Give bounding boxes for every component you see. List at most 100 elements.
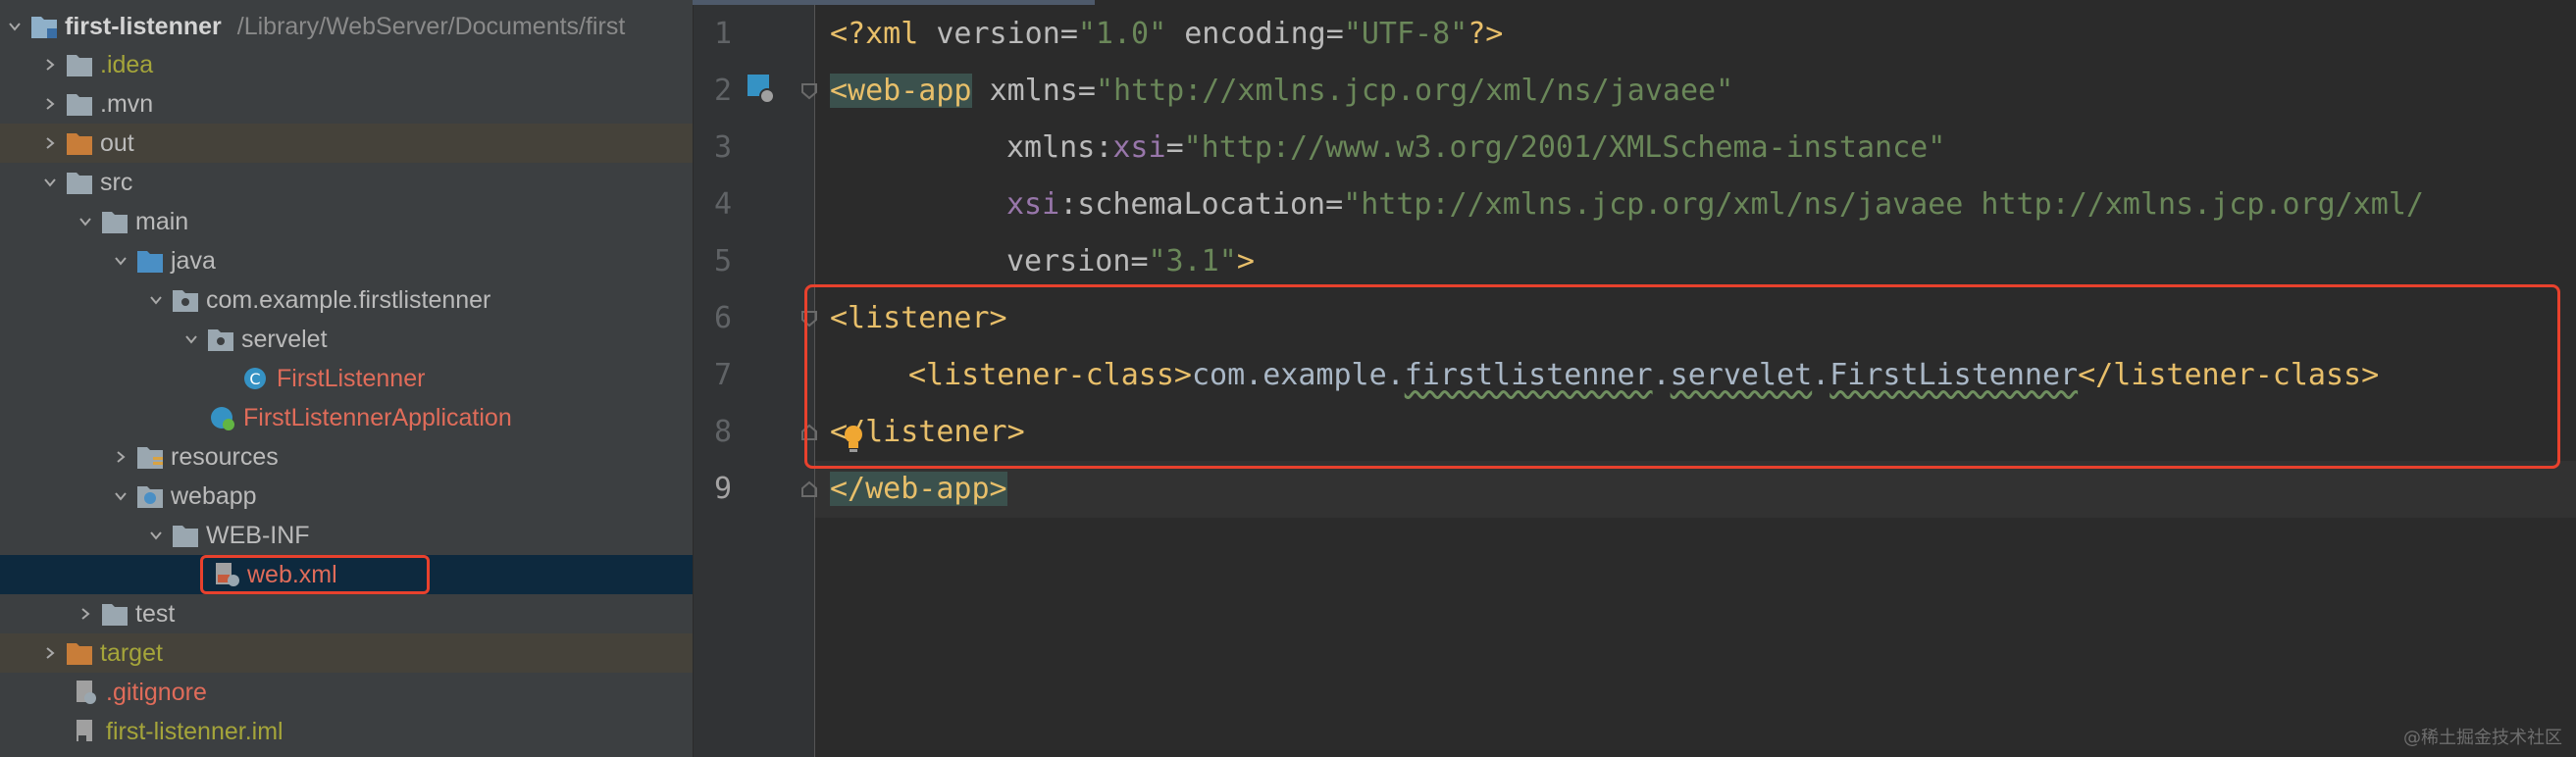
folder-icon xyxy=(65,45,98,84)
tree-item-label: .idea xyxy=(100,50,154,78)
code-token: "http://xmlns.jcp.org/xml/ns/javaee" xyxy=(1095,74,1734,108)
code-token: xsi xyxy=(1112,130,1166,165)
excluded-folder-icon xyxy=(65,124,98,163)
tree-item-label: java xyxy=(171,246,216,275)
tree-item-label: target xyxy=(100,638,163,667)
tree-item-web-inf[interactable]: WEB-INF xyxy=(0,516,693,555)
tree-item-java[interactable]: java xyxy=(0,241,693,280)
folder-icon xyxy=(171,516,204,555)
code-token: = xyxy=(1325,17,1344,51)
tree-item-label: main xyxy=(135,207,189,235)
excluded-folder-icon xyxy=(65,633,98,673)
web-folder-icon xyxy=(135,477,169,516)
tree-item-mvn[interactable]: .mvn xyxy=(0,84,693,124)
chevron-down-icon[interactable] xyxy=(71,202,100,241)
code-token: "UTF-8" xyxy=(1343,17,1468,51)
code-token: = xyxy=(1325,187,1344,222)
code-token: = xyxy=(1077,74,1096,108)
chevron-down-icon[interactable] xyxy=(141,516,171,555)
code-line-5[interactable]: version="3.1"> xyxy=(1006,233,1255,290)
chevron-right-icon[interactable] xyxy=(71,594,100,633)
code-token: schemaLocation xyxy=(1077,187,1326,222)
code-token: = xyxy=(1130,244,1149,278)
watermark: @稀土掘金技术社区 xyxy=(2403,728,2562,748)
code-line-1[interactable]: <?xml version="1.0" encoding="UTF-8"?> xyxy=(830,6,1503,63)
spring-boot-class-icon xyxy=(208,398,241,437)
fold-end-icon[interactable] xyxy=(800,480,818,498)
code-line-3[interactable]: xmlns:xsi="http://www.w3.org/2001/XMLSch… xyxy=(1006,120,1945,177)
module-file-icon xyxy=(71,712,104,751)
tree-item-first-listenner-application[interactable]: FirstListennerApplication xyxy=(0,398,693,437)
tree-item-webapp[interactable]: webapp xyxy=(0,477,693,516)
tree-item-resources[interactable]: resources xyxy=(0,437,693,477)
tree-item-servelet[interactable]: servelet xyxy=(0,320,693,359)
tree-item-label: .mvn xyxy=(100,89,154,118)
tree-item-label: first-listenner.iml xyxy=(106,717,283,745)
code-token: : xyxy=(1095,130,1113,165)
tree-item-label: WEB-INF xyxy=(206,521,310,549)
chevron-right-icon[interactable] xyxy=(35,124,65,163)
chevron-down-icon[interactable] xyxy=(0,7,29,46)
code-line-4[interactable]: xsi:schemaLocation="http://xmlns.jcp.org… xyxy=(1006,177,2424,233)
tree-item-idea[interactable]: .idea xyxy=(0,45,693,84)
tree-item-label: .gitignore xyxy=(106,678,207,706)
tree-item-iml[interactable]: first-listenner.iml xyxy=(0,712,693,751)
code-token: xsi xyxy=(1006,187,1060,222)
chevron-down-icon[interactable] xyxy=(106,477,135,516)
tree-item-label: servelet xyxy=(241,325,328,353)
chevron-down-icon[interactable] xyxy=(141,280,171,320)
tree-item-out[interactable]: out xyxy=(0,124,693,163)
code-token: = xyxy=(1165,130,1184,165)
code-token: xmlns xyxy=(989,74,1078,108)
project-path: /Library/WebServer/Documents/first xyxy=(236,12,626,40)
code-token: version xyxy=(1006,244,1131,278)
code-token: xmlns xyxy=(1006,130,1096,165)
code-token: <?xml xyxy=(830,17,937,51)
line-number-current: 9 xyxy=(713,472,732,506)
chevron-right-icon[interactable] xyxy=(106,437,135,477)
code-line-9[interactable]: </web-app> xyxy=(830,461,1007,518)
tree-item-test[interactable]: test xyxy=(0,594,693,633)
module-folder-icon xyxy=(29,7,63,46)
tree-item-label: com.example.firstlistenner xyxy=(206,285,491,314)
tree-item-target[interactable]: target xyxy=(0,633,693,673)
resources-folder-icon xyxy=(135,437,169,477)
tree-item-src[interactable]: src xyxy=(0,163,693,202)
code-token: <web-app xyxy=(830,74,972,108)
chevron-down-icon[interactable] xyxy=(177,320,206,359)
code-token: "http://www.w3.org/2001/XMLSchema-instan… xyxy=(1183,130,1946,165)
package-icon xyxy=(171,280,204,320)
chevron-right-icon[interactable] xyxy=(35,633,65,673)
line-number: 4 xyxy=(713,187,732,222)
tree-item-main[interactable]: main xyxy=(0,202,693,241)
tree-item-label: src xyxy=(100,168,133,196)
tree-item-root[interactable]: first-listenner /Library/WebServer/Docum… xyxy=(0,7,693,46)
code-line-2[interactable]: <web-app xmlns="http://xmlns.jcp.org/xml… xyxy=(830,63,1733,120)
tree-item-package[interactable]: com.example.firstlistenner xyxy=(0,280,693,320)
tree-item-label: webapp xyxy=(171,481,257,510)
code-token: ?> xyxy=(1468,17,1504,51)
web-descriptor-icon[interactable] xyxy=(746,73,779,106)
tree-item-first-listenner[interactable]: C FirstListenner xyxy=(0,359,693,398)
tree-item-label: test xyxy=(135,599,176,628)
chevron-down-icon[interactable] xyxy=(106,241,135,280)
chevron-right-icon[interactable] xyxy=(35,45,65,84)
tree-item-label: first-listenner xyxy=(65,12,222,40)
chevron-down-icon[interactable] xyxy=(35,163,65,202)
code-token: "http://xmlns.jcp.org/xml/ns/javaee http… xyxy=(1343,187,2424,222)
fold-marker-icon[interactable] xyxy=(800,82,818,100)
line-number: 5 xyxy=(713,244,732,278)
line-number: 8 xyxy=(713,415,732,449)
tree-item-label: resources xyxy=(171,442,279,471)
code-token: : xyxy=(1059,187,1078,222)
folder-icon xyxy=(100,594,133,633)
svg-text:C: C xyxy=(249,370,260,388)
tree-item-gitignore[interactable]: .gitignore xyxy=(0,673,693,712)
project-tree: first-listenner /Library/WebServer/Docum… xyxy=(0,0,693,757)
chevron-right-icon[interactable] xyxy=(35,84,65,124)
code-token: "1.0" xyxy=(1077,17,1167,51)
code-token: "3.1" xyxy=(1148,244,1237,278)
tree-item-label: FirstListennerApplication xyxy=(243,403,512,431)
